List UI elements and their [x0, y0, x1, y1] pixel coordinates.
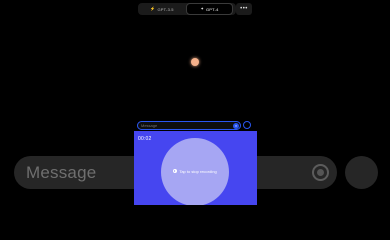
message-placeholder: Message: [26, 162, 97, 182]
record-icon: [173, 169, 178, 173]
stop-recording-button[interactable]: Tap to stop recording: [161, 138, 229, 205]
model-option-label: GPT-3.5: [157, 6, 174, 12]
model-option-gpt35[interactable]: ⚡ GPT-3.5: [138, 3, 186, 15]
sparkle-icon: ✦: [200, 6, 204, 11]
voice-button[interactable]: [312, 164, 329, 181]
record-icon: [317, 169, 324, 176]
recording-panel: 00:02 Tap to stop recording: [134, 131, 257, 205]
recording-timer: 00:02: [138, 136, 152, 142]
message-input[interactable]: [141, 122, 211, 129]
send-button[interactable]: [243, 121, 251, 129]
close-icon[interactable]: ×: [233, 122, 239, 129]
lightning-icon: ⚡: [150, 6, 156, 11]
stop-recording-label: Tap to stop recording: [179, 168, 217, 174]
more-options-button[interactable]: •••: [236, 3, 252, 15]
message-input-wrapper: ×: [137, 121, 241, 130]
headphones-button[interactable]: [345, 156, 378, 189]
voice-orb: [191, 58, 199, 66]
model-option-label: GPT-4: [206, 6, 219, 12]
model-switcher: ⚡ GPT-3.5 ✦ GPT-4: [138, 3, 236, 15]
model-option-gpt4[interactable]: ✦ GPT-4: [186, 3, 233, 15]
